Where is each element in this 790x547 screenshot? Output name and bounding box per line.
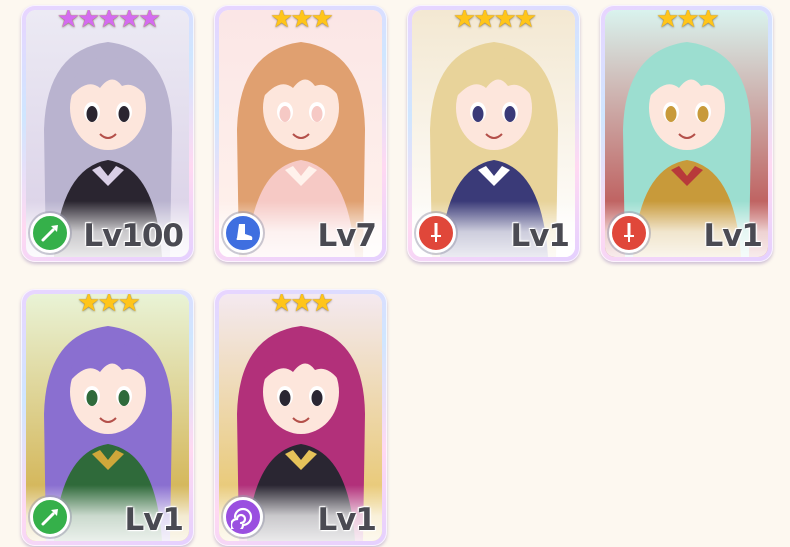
character-card-4[interactable]: ★★★ Lv1 <box>600 5 773 262</box>
card-inner: ★★★ Lv7 <box>219 10 382 257</box>
star-icon: ★ <box>270 10 293 34</box>
level-label: Lv1 <box>703 218 763 254</box>
star-rating: ★★★★★ <box>26 10 189 32</box>
star-rating: ★★★ <box>26 294 189 316</box>
star-icon: ★ <box>290 10 313 34</box>
character-card-5[interactable]: ★★★ Lv1 <box>21 289 194 546</box>
level-label: Lv100 <box>83 218 184 254</box>
card-inner: ★★★ Lv1 <box>605 10 768 257</box>
card-inner: ★★★ Lv1 <box>219 294 382 541</box>
star-icon: ★ <box>77 294 100 318</box>
star-icon: ★ <box>117 294 141 318</box>
star-icon: ★ <box>290 294 313 318</box>
star-icon: ★ <box>97 10 120 34</box>
star-icon: ★ <box>452 10 476 34</box>
level-label: Lv1 <box>124 502 184 538</box>
spear-icon <box>30 497 70 537</box>
star-icon: ★ <box>56 10 80 34</box>
character-card-1[interactable]: ★★★★★ Lv100 <box>21 5 194 262</box>
card-inner: ★★★★ Lv1 <box>412 10 575 257</box>
character-card-grid: ★★★★★ Lv100 ★★★ Lv7 ★★★★ Lv1 ★★★ Lv1 ★★★… <box>0 0 790 547</box>
star-rating: ★★★ <box>219 294 382 316</box>
star-rating: ★★★ <box>605 10 768 32</box>
star-icon: ★ <box>473 10 496 34</box>
star-icon: ★ <box>97 294 120 318</box>
star-icon: ★ <box>676 10 699 34</box>
character-card-2[interactable]: ★★★ Lv7 <box>214 5 387 262</box>
level-label: Lv7 <box>317 218 377 254</box>
boot-icon <box>223 213 263 253</box>
sword-icon <box>609 213 649 253</box>
star-rating: ★★★★ <box>412 10 575 32</box>
spear-icon <box>30 213 70 253</box>
sword-icon <box>416 213 456 253</box>
star-icon: ★ <box>270 294 293 318</box>
star-icon: ★ <box>77 10 100 34</box>
character-card-6[interactable]: ★★★ Lv1 <box>214 289 387 546</box>
vortex-icon <box>223 497 263 537</box>
star-icon: ★ <box>137 10 161 34</box>
star-icon: ★ <box>117 10 141 34</box>
star-icon: ★ <box>310 10 334 34</box>
card-inner: ★★★ Lv1 <box>26 294 189 541</box>
card-inner: ★★★★★ Lv100 <box>26 10 189 257</box>
star-icon: ★ <box>310 294 334 318</box>
star-icon: ★ <box>696 10 720 34</box>
level-label: Lv1 <box>510 218 570 254</box>
character-card-3[interactable]: ★★★★ Lv1 <box>407 5 580 262</box>
star-icon: ★ <box>656 10 679 34</box>
star-rating: ★★★ <box>219 10 382 32</box>
level-label: Lv1 <box>317 502 377 538</box>
star-icon: ★ <box>513 10 537 34</box>
star-icon: ★ <box>493 10 517 34</box>
